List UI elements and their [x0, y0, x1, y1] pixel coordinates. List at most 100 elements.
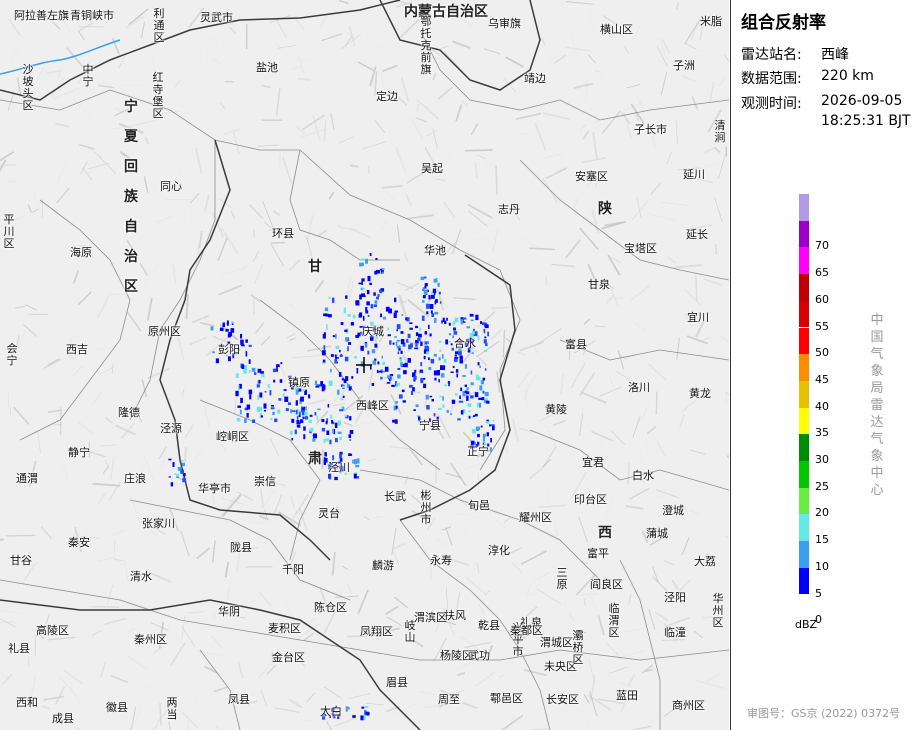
- time-clock-value: 18:25:31 BJT: [821, 113, 911, 129]
- radar-echo: [445, 339, 448, 345]
- radar-echo: [431, 294, 435, 299]
- radar-echo: [279, 379, 283, 383]
- place-label: 庆城: [362, 325, 384, 338]
- radar-echo: [168, 476, 171, 478]
- radar-echo: [339, 409, 343, 412]
- radar-echo: [424, 331, 428, 335]
- radar-echo: [440, 373, 445, 378]
- radar-echo: [295, 390, 299, 395]
- radar-echo: [339, 453, 342, 459]
- radar-echo: [353, 473, 357, 479]
- legend-swatch: [799, 220, 809, 248]
- radar-echo: [406, 338, 409, 343]
- legend-swatch: [799, 247, 809, 275]
- radar-map[interactable]: 内蒙古自治区 宁夏回族自治区 甘 肃 陕 西 阿拉善左旗 青铜峡市 利通区 灵武市 鄂托…: [0, 0, 729, 730]
- place-label: 正宁: [467, 445, 489, 458]
- radar-echo: [321, 427, 326, 432]
- place-label: 凤县: [228, 693, 250, 706]
- radar-echo: [378, 289, 381, 293]
- radar-echo: [394, 310, 399, 313]
- place-label: 徽县: [106, 701, 128, 714]
- place-label: 子长市: [634, 123, 667, 136]
- place-label: 乾县: [478, 619, 500, 632]
- place-label: 华州区: [712, 592, 724, 629]
- radar-echo: [335, 345, 340, 349]
- place-label: 富平: [587, 547, 609, 560]
- radar-echo: [426, 405, 430, 410]
- radar-echo: [444, 320, 447, 324]
- radar-echo: [370, 365, 372, 370]
- legend-swatch: [799, 354, 809, 381]
- place-label: 华亭市: [198, 482, 231, 495]
- radar-echo: [456, 373, 458, 378]
- approval-number: 审图号：GS京 (2022) 0372号: [747, 707, 901, 720]
- place-label: 宝塔区: [624, 242, 657, 255]
- place-label: 旬邑: [468, 499, 490, 512]
- radar-echo: [453, 327, 456, 331]
- radar-echo: [273, 379, 276, 383]
- radar-echo: [278, 398, 282, 401]
- place-label: 华池: [424, 244, 446, 257]
- place-label: 原州区: [148, 325, 181, 338]
- radar-echo: [433, 413, 436, 417]
- radar-echo: [420, 341, 423, 346]
- radar-echo: [459, 359, 463, 364]
- place-label: 环县: [272, 227, 294, 240]
- radar-echo: [376, 296, 379, 300]
- radar-echo: [441, 320, 443, 324]
- radar-echo: [377, 361, 380, 365]
- radar-echo: [466, 387, 469, 391]
- radar-echo: [272, 411, 275, 416]
- radar-echo: [423, 276, 427, 279]
- radar-echo: [299, 419, 304, 423]
- radar-echo: [252, 419, 256, 423]
- radar-echo: [433, 370, 438, 376]
- radar-echo: [431, 313, 435, 317]
- radar-echo: [356, 476, 360, 479]
- radar-echo: [492, 419, 495, 422]
- radar-echo: [287, 402, 291, 405]
- radar-echo: [487, 331, 490, 337]
- radar-echo: [222, 322, 225, 327]
- radar-echo: [296, 415, 299, 420]
- radar-echo: [256, 406, 260, 412]
- legend-tick-label: 50: [815, 346, 829, 360]
- radar-echo: [327, 403, 330, 408]
- radar-echo: [410, 390, 414, 395]
- radar-echo: [429, 395, 433, 398]
- terrain-ridge: [102, 637, 106, 653]
- radar-echo: [340, 398, 344, 401]
- radar-echo: [484, 398, 488, 400]
- radar-echo: [345, 337, 349, 341]
- radar-echo: [334, 422, 338, 428]
- radar-echo: [317, 408, 321, 411]
- radar-echo: [424, 283, 428, 287]
- radar-echo: [370, 304, 374, 309]
- radar-echo: [454, 356, 459, 359]
- radar-echo: [394, 419, 398, 424]
- radar-echo: [295, 402, 298, 406]
- radar-echo: [473, 415, 475, 417]
- place-label: 周至: [438, 693, 460, 706]
- radar-echo: [364, 343, 368, 348]
- radar-echo: [297, 410, 300, 415]
- radar-echo: [484, 324, 489, 329]
- place-label: 黄陵: [545, 403, 567, 416]
- terrain-ridge: [349, 164, 359, 168]
- radar-echo: [413, 375, 417, 380]
- product-title: 组合反射率: [741, 13, 826, 33]
- radar-echo: [458, 351, 462, 356]
- radar-echo: [285, 408, 289, 412]
- radar-echo: [417, 337, 421, 342]
- radar-echo: [228, 332, 232, 337]
- place-label: 西吉: [66, 343, 88, 356]
- radar-echo: [300, 396, 304, 402]
- legend-swatch: [799, 300, 809, 328]
- radar-echo: [446, 317, 448, 321]
- radar-echo: [468, 410, 471, 413]
- radar-echo: [271, 405, 274, 407]
- place-label: 金台区: [272, 651, 305, 664]
- radar-echo: [428, 366, 432, 371]
- radar-echo: [332, 428, 335, 434]
- radar-echo: [407, 333, 411, 339]
